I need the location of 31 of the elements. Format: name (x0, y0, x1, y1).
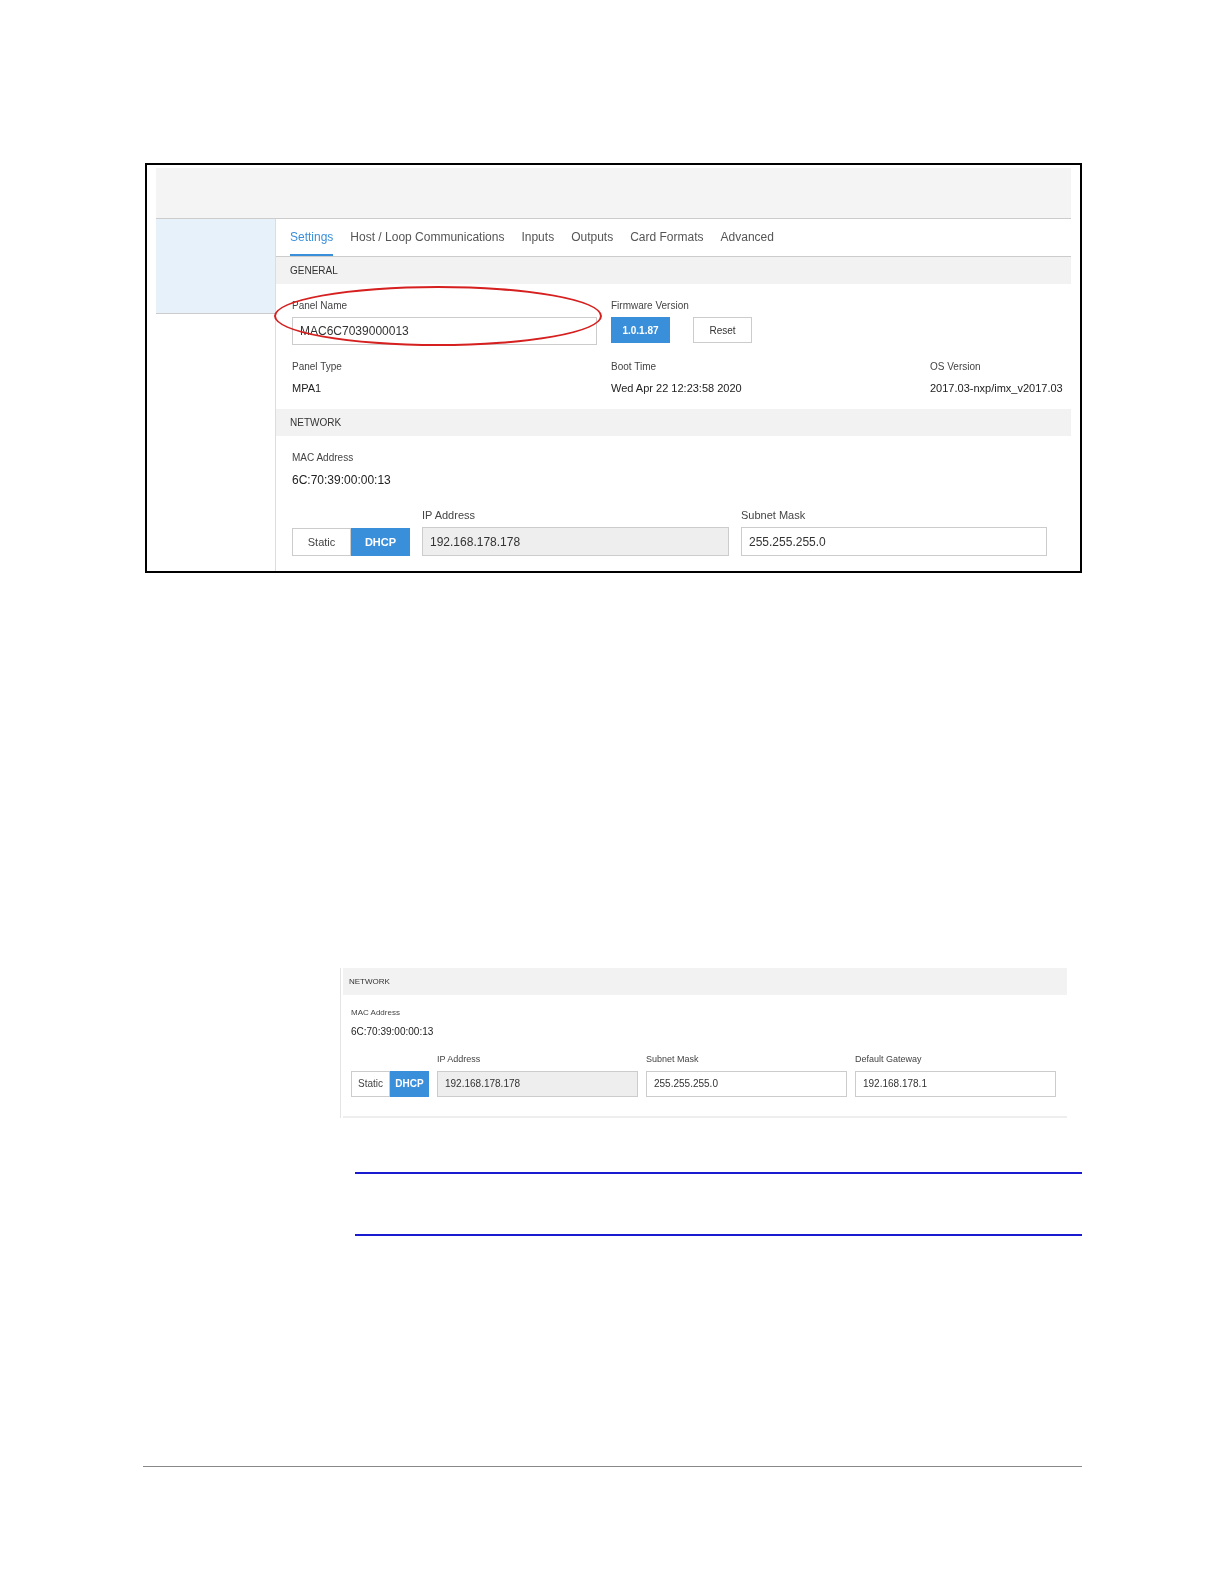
mac-address-value: 6C:70:39:00:00:13 (351, 1025, 435, 1039)
info-label: Panel Type (292, 360, 343, 374)
mode-toggle-button[interactable]: Static (292, 528, 351, 556)
tab[interactable]: Host / Loop Communications (350, 228, 505, 256)
tab[interactable]: Advanced (720, 228, 774, 256)
info-label: Boot Time (611, 360, 658, 374)
section-heading: NETWORK (290, 415, 342, 430)
section-heading: GENERAL (290, 264, 338, 278)
field-label: Firmware Version (611, 299, 690, 313)
text-field[interactable]: 255.255.255.0 (741, 527, 1047, 556)
field-label: MAC Address (351, 1007, 401, 1019)
field-label: IP Address (437, 1053, 482, 1066)
mac-address-value: 6C:70:39:00:00:13 (292, 471, 392, 489)
reset-button[interactable]: Reset (693, 317, 752, 343)
field-label: IP Address (422, 507, 476, 523)
info-label: OS Version (930, 360, 982, 374)
field-label: Default Gateway (855, 1053, 923, 1066)
text-field[interactable]: 192.168.178.1 (855, 1070, 1056, 1097)
mode-toggle-button[interactable]: Static (351, 1070, 390, 1097)
info-value: Wed Apr 22 12:23:58 2020 (611, 381, 743, 396)
field-label: Subnet Mask (741, 507, 807, 523)
info-value: MPA1 (292, 381, 323, 396)
tab[interactable]: Inputs (521, 228, 555, 256)
field-label: MAC Address (292, 450, 355, 465)
field-label: Panel Name (292, 299, 349, 313)
text-field[interactable]: 255.255.255.0 (646, 1070, 847, 1097)
tab[interactable]: Outputs (571, 228, 614, 256)
section-heading: NETWORK (349, 975, 390, 988)
panel-name-field[interactable]: MAC6C7039000013 (292, 317, 597, 345)
field-label: Subnet Mask (646, 1053, 700, 1066)
tab[interactable]: Card Formats (630, 228, 704, 256)
